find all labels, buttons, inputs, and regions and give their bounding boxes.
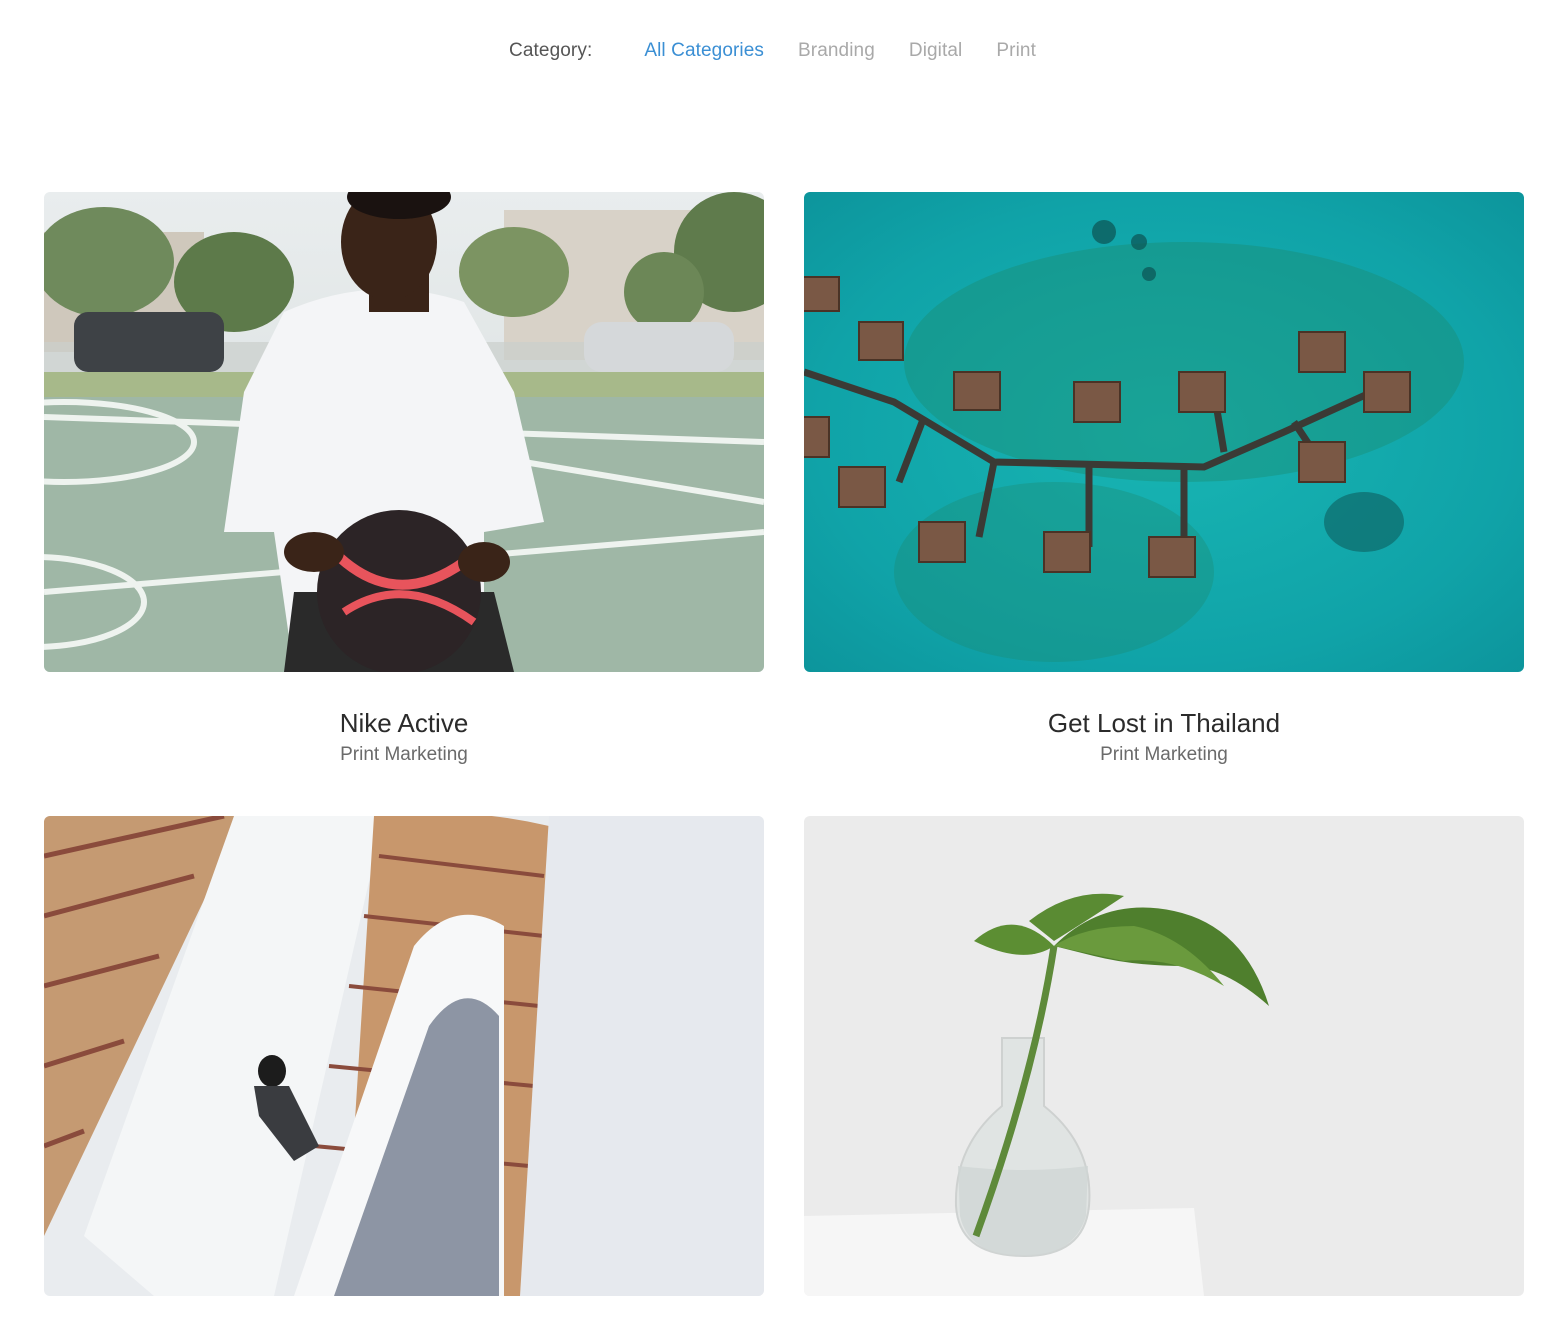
portfolio-image[interactable] <box>804 816 1524 1296</box>
portfolio-card: Get Lost in Thailand Print Marketing <box>804 192 1524 768</box>
filter-all-categories[interactable]: All Categories <box>644 40 764 62</box>
monstera-leaf-vase-image <box>804 816 1524 1296</box>
portfolio-card <box>804 816 1524 1296</box>
filter-digital[interactable]: Digital <box>909 40 963 62</box>
portfolio-category: Print Marketing <box>340 744 468 765</box>
category-filter: Category: All Categories Branding Digita… <box>0 36 1562 66</box>
portfolio-title[interactable]: Nike Active <box>44 706 764 740</box>
portfolio-card: Nike Active Print Marketing <box>44 192 764 768</box>
portfolio-title[interactable]: Get Lost in Thailand <box>804 706 1524 740</box>
filter-branding[interactable]: Branding <box>798 40 875 62</box>
filter-print[interactable]: Print <box>996 40 1036 62</box>
portfolio-category: Print Marketing <box>1100 744 1228 765</box>
overwater-bungalows-image <box>804 192 1524 672</box>
category-filter-label: Category: <box>509 40 593 61</box>
portfolio-image[interactable] <box>804 192 1524 672</box>
portfolio-image[interactable] <box>44 816 764 1296</box>
portfolio-image[interactable] <box>44 192 764 672</box>
portfolio-card <box>44 816 764 1296</box>
basketball-player-image <box>44 192 764 672</box>
spiral-staircase-image <box>44 816 764 1296</box>
